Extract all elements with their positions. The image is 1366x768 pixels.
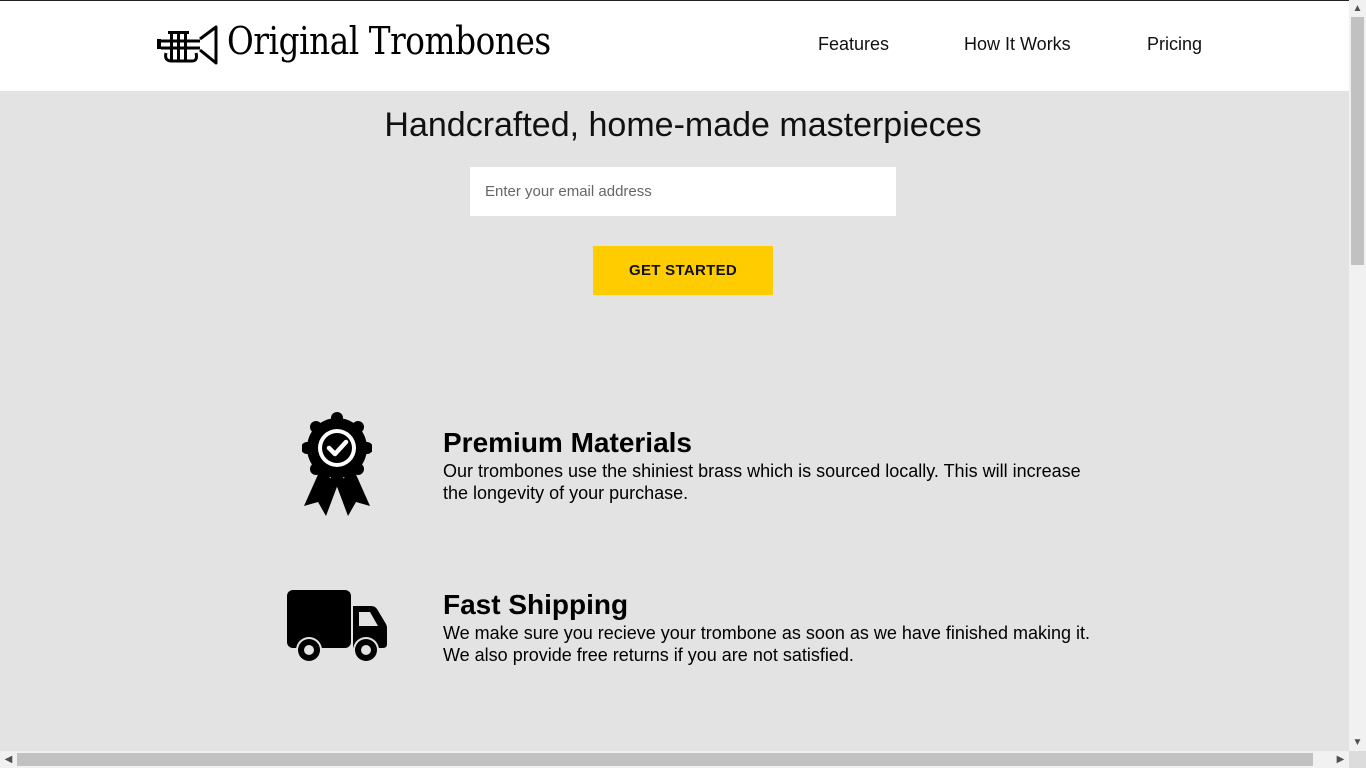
award-ribbon-icon bbox=[302, 412, 372, 516]
scroll-down-arrow-icon[interactable]: ▼ bbox=[1349, 734, 1366, 751]
site-header: Original Trombones Features How It Works… bbox=[0, 0, 1349, 91]
horizontal-scroll-thumb[interactable] bbox=[17, 753, 1313, 766]
feature-title-premium-materials: Premium Materials bbox=[443, 427, 692, 458]
delivery-truck-icon bbox=[287, 590, 387, 663]
nav-link-features[interactable]: Features bbox=[818, 34, 889, 55]
feature-text-premium-materials: Our trombones use the shiniest brass whi… bbox=[443, 461, 1081, 503]
nav-link-how-it-works[interactable]: How It Works bbox=[964, 34, 1071, 55]
brand-name[interactable]: Original Trombones bbox=[227, 19, 551, 63]
nav-link-pricing[interactable]: Pricing bbox=[1147, 34, 1202, 55]
horizontal-scrollbar[interactable]: ◀ ▶ bbox=[0, 751, 1349, 768]
hero-title: Handcrafted, home-made masterpieces bbox=[384, 106, 982, 144]
trumpet-icon[interactable] bbox=[156, 23, 218, 67]
scrollbar-corner bbox=[1349, 751, 1366, 768]
scroll-left-arrow-icon[interactable]: ◀ bbox=[0, 751, 17, 768]
email-input[interactable] bbox=[470, 167, 896, 216]
page-viewport: Original Trombones Features How It Works… bbox=[0, 0, 1349, 751]
feature-text-fast-shipping: We make sure you recieve your trombone a… bbox=[443, 623, 1090, 665]
scroll-right-arrow-icon[interactable]: ▶ bbox=[1332, 751, 1349, 768]
vertical-scroll-thumb[interactable] bbox=[1351, 17, 1364, 265]
feature-title-fast-shipping: Fast Shipping bbox=[443, 589, 629, 620]
get-started-button[interactable]: GET STARTED bbox=[593, 246, 773, 295]
scroll-up-arrow-icon[interactable]: ▲ bbox=[1349, 0, 1366, 17]
vertical-scrollbar[interactable]: ▲ ▼ bbox=[1349, 0, 1366, 751]
